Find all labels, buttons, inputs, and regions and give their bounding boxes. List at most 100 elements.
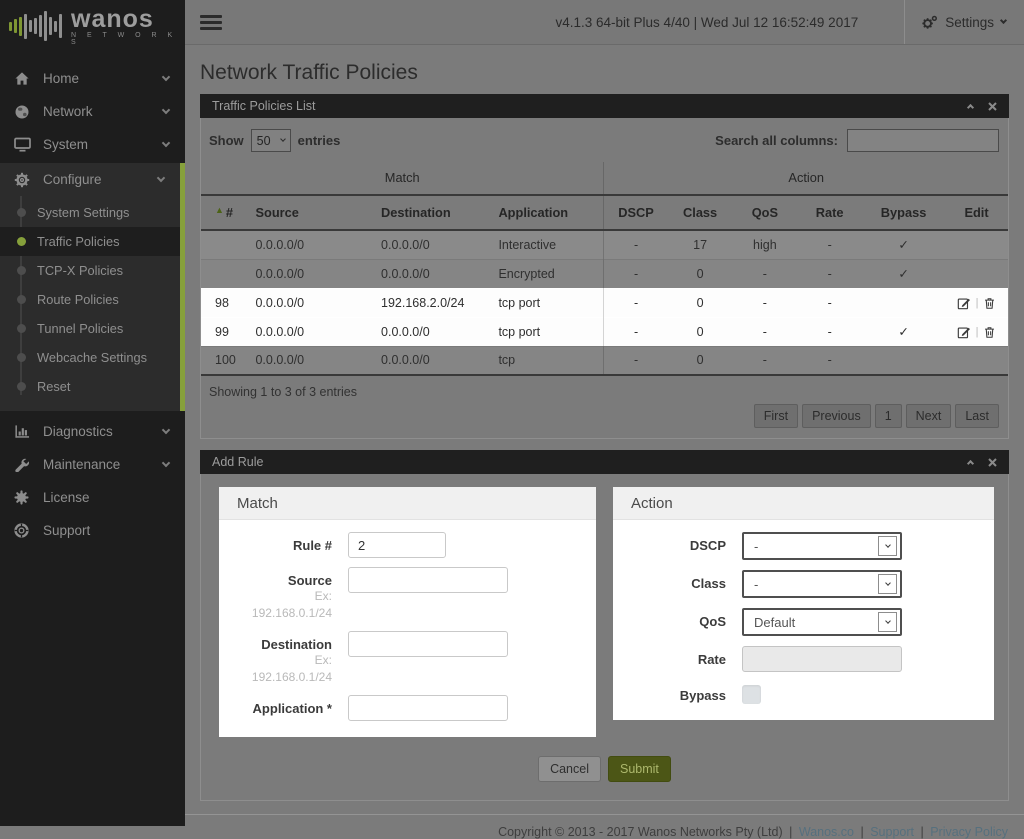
footer-link-wanos[interactable]: Wanos.co — [799, 825, 854, 839]
column-header-edit[interactable]: Edit — [945, 195, 1008, 231]
sidebar-item-traffic-policies[interactable]: Traffic Policies — [0, 227, 180, 256]
column-header-source[interactable]: Source — [241, 195, 368, 231]
sidebar-item-maintenance[interactable]: Maintenance — [0, 448, 185, 481]
page-length-select[interactable]: 50 — [250, 129, 291, 152]
pagination-page-1[interactable]: 1 — [874, 404, 902, 428]
panel-title: Traffic Policies List — [212, 99, 316, 113]
gear-icon — [14, 172, 31, 188]
brand-tagline: N E T W O R K S — [71, 31, 177, 46]
sidebar-item-reset[interactable]: Reset — [0, 372, 180, 401]
class-select[interactable]: - — [742, 570, 902, 598]
chevron-down-icon — [161, 105, 171, 115]
configure-submenu: System Settings Traffic Policies TCP-X P… — [0, 196, 180, 411]
bypass-check — [862, 345, 946, 376]
delete-icon[interactable] — [983, 325, 996, 339]
edit-icon[interactable] — [957, 296, 971, 310]
close-icon[interactable] — [988, 457, 997, 467]
application-input[interactable] — [348, 695, 508, 721]
sidebar-item-home[interactable]: Home — [0, 62, 185, 95]
sidebar-item-system-settings[interactable]: System Settings — [0, 198, 180, 227]
close-icon[interactable] — [988, 101, 997, 111]
sidebar-item-diagnostics[interactable]: Diagnostics — [0, 415, 185, 448]
configure-section: Configure System Settings Traffic Polici… — [0, 163, 185, 411]
copyright-text: Copyright © 2013 - 2017 Wanos Networks P… — [498, 825, 783, 839]
version-status: v4.1.3 64-bit Plus 4/40 | Wed Jul 12 16:… — [555, 14, 859, 30]
rate-label: Rate — [697, 652, 726, 667]
edit-icon[interactable] — [957, 325, 971, 339]
home-icon — [14, 71, 31, 87]
collapse-icon[interactable] — [966, 103, 975, 112]
bypass-check: ✓ — [862, 258, 946, 288]
column-header-destination[interactable]: Destination — [367, 195, 485, 231]
bypass-checkbox[interactable] — [742, 685, 761, 704]
qos-select[interactable]: Default — [742, 608, 902, 636]
network-icon — [14, 104, 31, 120]
chevron-down-icon — [279, 136, 286, 142]
column-header-application[interactable]: Application — [484, 195, 604, 231]
column-header-rate[interactable]: Rate — [797, 195, 863, 231]
pagination-previous[interactable]: Previous — [802, 404, 871, 428]
brand-name: wanos — [71, 4, 154, 33]
chevron-down-icon — [878, 536, 897, 556]
main-content: Network Traffic Policies Traffic Policie… — [185, 46, 1024, 839]
add-rule-panel: Add Rule Match Rule # 2 Source Ex: 192.1… — [200, 450, 1009, 801]
sidebar-item-webcache-settings[interactable]: Webcache Settings — [0, 343, 180, 372]
chevron-down-icon — [161, 425, 171, 435]
rule-number-input[interactable] — [348, 532, 446, 558]
sidebar-item-system[interactable]: System — [0, 128, 185, 161]
footer-link-support[interactable]: Support — [870, 825, 914, 839]
chevron-down-icon — [156, 173, 166, 183]
source-input[interactable] — [348, 567, 508, 593]
bullet-icon — [17, 353, 26, 362]
column-header-num[interactable]: ▲ # — [201, 195, 242, 231]
chevron-down-icon — [878, 612, 897, 632]
dscp-select[interactable]: - — [742, 532, 902, 560]
match-card-title: Match — [219, 487, 596, 520]
table-row-highlighted: 99 0.0.0.0/0 0.0.0.0/0 tcp port - 0 - - … — [201, 316, 1008, 346]
wrench-icon — [14, 457, 31, 473]
source-hint: Ex: — [314, 589, 332, 603]
chevron-down-icon — [999, 16, 1008, 25]
sidebar-item-tunnel-policies[interactable]: Tunnel Policies — [0, 314, 180, 343]
table-summary: Showing 1 to 3 of 3 entries — [209, 385, 358, 399]
column-header-bypass[interactable]: Bypass — [862, 195, 946, 231]
destination-input[interactable] — [348, 631, 508, 657]
qos-label: QoS — [699, 614, 726, 629]
sidebar-item-route-policies[interactable]: Route Policies — [0, 285, 180, 314]
table-row: 100 0.0.0.0/0 0.0.0.0/0 tcp - 0 - - — [201, 345, 1008, 376]
submit-button[interactable]: Submit — [608, 756, 671, 782]
brand-logo[interactable]: wanos N E T W O R K S — [0, 0, 185, 52]
menu-icon[interactable] — [200, 12, 222, 33]
match-card: Match Rule # Source Ex: 192.168.0.1/24 — [219, 487, 596, 737]
search-label: Search all columns: — [715, 133, 838, 148]
action-card-title: Action — [613, 487, 994, 520]
topbar: v4.1.3 64-bit Plus 4/40 | Wed Jul 12 16:… — [185, 0, 1024, 45]
pagination-first[interactable]: First — [753, 404, 799, 428]
bullet-icon — [17, 382, 26, 391]
sidebar-item-support[interactable]: Support — [0, 514, 185, 547]
rate-input[interactable] — [742, 646, 902, 672]
sidebar-item-license[interactable]: License — [0, 481, 185, 514]
cancel-button[interactable]: Cancel — [538, 756, 601, 782]
bullet-icon — [17, 266, 26, 275]
pagination-next[interactable]: Next — [905, 404, 952, 428]
search-input[interactable] — [847, 129, 999, 152]
bypass-check: ✓ — [862, 229, 946, 259]
delete-icon[interactable] — [983, 296, 996, 310]
footer-link-privacy[interactable]: Privacy Policy — [930, 825, 1008, 839]
settings-menu[interactable]: Settings — [904, 0, 1024, 44]
sidebar-item-configure[interactable]: Configure — [0, 163, 180, 196]
collapse-icon[interactable] — [966, 459, 975, 468]
bypass-label: Bypass — [679, 688, 726, 703]
sidebar-item-tcpx-policies[interactable]: TCP-X Policies — [0, 256, 180, 285]
source-label: Source — [287, 573, 332, 588]
column-header-class[interactable]: Class — [667, 195, 733, 231]
column-header-qos[interactable]: QoS — [732, 195, 798, 231]
column-header-dscp[interactable]: DSCP — [603, 195, 668, 231]
life-ring-icon — [14, 523, 31, 539]
sidebar-item-network[interactable]: Network — [0, 95, 185, 128]
bar-chart-icon — [14, 424, 31, 440]
destination-hint-example: 192.168.0.1/24 — [251, 670, 332, 684]
pagination-last[interactable]: Last — [955, 404, 999, 428]
bullet-icon-active — [17, 237, 26, 246]
